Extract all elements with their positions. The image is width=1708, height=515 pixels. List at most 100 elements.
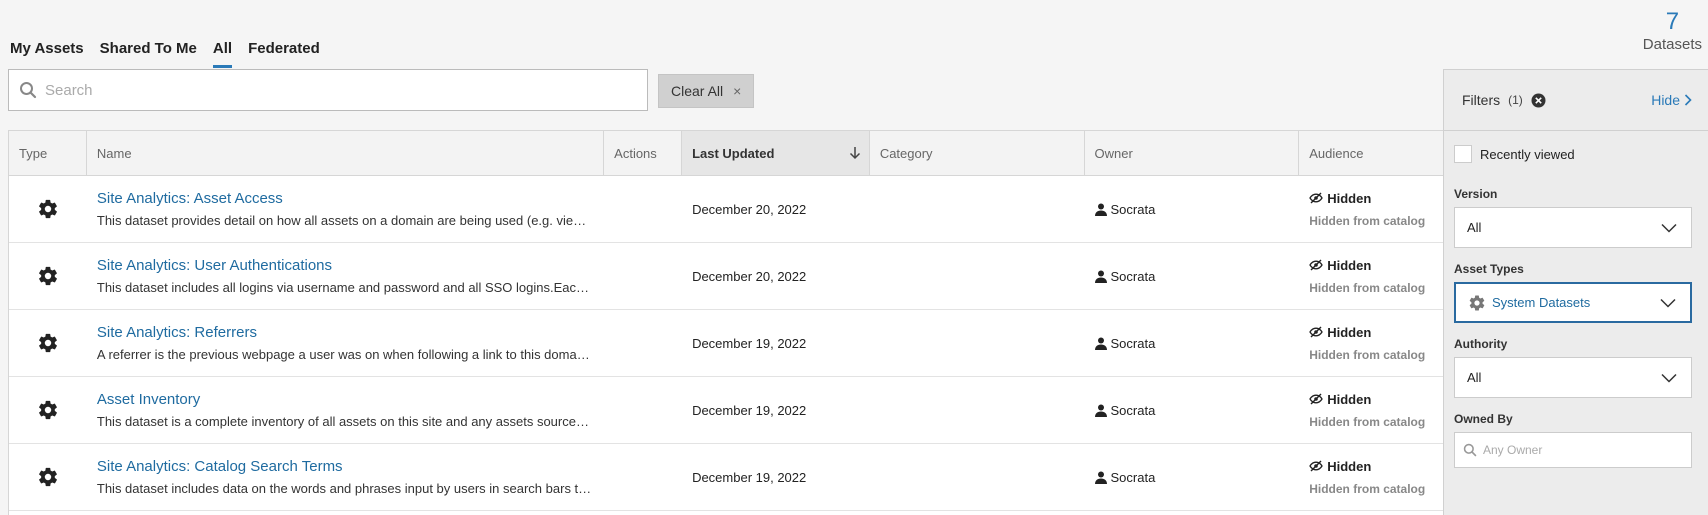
asset-types-select[interactable]: System Datasets (1454, 282, 1692, 323)
asset-description: This dataset includes data on the words … (96, 481, 592, 496)
audience-label: Hidden (1327, 190, 1372, 206)
audience-detail: Hidden from catalog (1309, 414, 1426, 429)
column-header-name[interactable]: Name (87, 131, 605, 175)
asset-types-value: System Datasets (1492, 295, 1591, 310)
chevron-down-icon (1661, 223, 1677, 233)
audience-status: Hidden (1309, 325, 1371, 340)
asset-description: This dataset is a complete inventory of … (96, 414, 592, 429)
column-header-last-updated-label: Last Updated (692, 145, 775, 161)
last-updated-cell: December 19, 2022 (692, 469, 807, 485)
authority-label: Authority (1454, 337, 1508, 351)
owner-cell: Socrata (1085, 377, 1300, 443)
table-header: Type Name Actions Last Updated Category … (9, 131, 1443, 176)
audience-status: Hidden (1309, 258, 1371, 273)
clear-all-button[interactable]: Clear All × (658, 74, 755, 108)
owner-name: Socrata (1110, 268, 1156, 284)
owned-by-field (1454, 432, 1692, 468)
tab-shared-to-me[interactable]: Shared To Me (100, 40, 197, 68)
asset-title-link[interactable]: Asset Inventory (97, 391, 200, 408)
asset-types-label: Asset Types (1454, 262, 1524, 276)
search-box (8, 69, 648, 111)
result-count-number: 7 (1665, 8, 1680, 35)
table-row: Site Analytics: User Authentications Thi… (9, 243, 1443, 310)
filters-panel: Filters (1) Hide Recently viewed Version… (1443, 69, 1708, 515)
filters-title: Filters (1462, 92, 1501, 108)
owned-by-label: Owned By (1454, 412, 1513, 426)
filters-body: Recently viewed Version All Asset Types … (1444, 130, 1708, 468)
column-header-actions: Actions (604, 131, 683, 175)
asset-name-cell: Site Analytics: Asset Access This datase… (87, 176, 604, 242)
user-icon (1094, 471, 1107, 484)
chevron-right-icon (1684, 94, 1692, 106)
filters-header: Filters (1) Hide (1444, 70, 1708, 130)
asset-type-cell (9, 243, 87, 309)
user-icon (1094, 337, 1107, 350)
version-label: Version (1454, 187, 1498, 201)
owner-cell: Socrata (1085, 243, 1300, 309)
tab-all[interactable]: All (212, 40, 233, 68)
asset-name-cell: Asset Inventory This dataset is a comple… (87, 377, 604, 443)
audience-label: Hidden (1327, 458, 1372, 474)
close-icon: × (733, 83, 742, 99)
owner-cell: Socrata (1085, 176, 1300, 242)
owner-name: Socrata (1110, 335, 1156, 351)
owned-by-input[interactable] (1483, 443, 1683, 457)
clear-filters-icon[interactable] (1531, 93, 1546, 108)
asset-type-cell (9, 444, 87, 510)
hide-filters-link[interactable]: Hide (1651, 92, 1692, 108)
category-cell (870, 243, 1085, 309)
asset-title-link[interactable]: Site Analytics: Referrers (97, 324, 257, 341)
asset-title-link[interactable]: Site Analytics: Catalog Search Terms (97, 458, 343, 475)
authority-select[interactable]: All (1454, 357, 1692, 398)
search-input[interactable] (45, 81, 625, 99)
last-updated-cell: December 20, 2022 (692, 268, 807, 284)
audience-label: Hidden (1327, 324, 1372, 340)
search-icon (1463, 443, 1477, 457)
asset-actions-cell (604, 243, 682, 309)
audience-cell: Hidden Hidden from catalog (1299, 377, 1443, 443)
owner-name: Socrata (1110, 469, 1156, 485)
column-header-last-updated[interactable]: Last Updated (682, 131, 870, 175)
column-header-audience[interactable]: Audience (1299, 131, 1443, 175)
user-icon (1094, 203, 1107, 216)
gear-icon (39, 400, 57, 420)
category-cell (870, 377, 1085, 443)
recently-viewed-checkbox[interactable] (1454, 145, 1472, 163)
table-row: Asset Inventory This dataset is a comple… (9, 377, 1443, 444)
gear-icon (39, 266, 57, 286)
column-header-category[interactable]: Category (870, 131, 1085, 175)
asset-actions-cell (604, 310, 682, 376)
asset-title-link[interactable]: Site Analytics: User Authentications (97, 257, 332, 274)
gear-icon (39, 467, 57, 487)
audience-detail: Hidden from catalog (1309, 280, 1426, 295)
column-header-type[interactable]: Type (9, 131, 87, 175)
chevron-down-icon (1660, 298, 1676, 308)
asset-name-cell: Site Analytics: Catalog Search Terms Thi… (87, 444, 604, 510)
eye-slash-icon (1309, 192, 1323, 204)
asset-actions-cell (604, 176, 682, 242)
asset-type-cell (9, 310, 87, 376)
owner-cell: Socrata (1085, 310, 1300, 376)
user-icon (1094, 270, 1107, 283)
gear-icon (39, 333, 57, 353)
filters-count: (1) (1508, 93, 1523, 107)
chevron-down-icon (1661, 373, 1677, 383)
asset-title-link[interactable]: Site Analytics: Asset Access (97, 190, 283, 207)
clear-all-label: Clear All (671, 83, 724, 99)
last-updated-cell: December 19, 2022 (692, 335, 807, 351)
asset-type-cell (9, 176, 87, 242)
audience-cell: Hidden Hidden from catalog (1299, 310, 1443, 376)
column-header-owner[interactable]: Owner (1085, 131, 1300, 175)
asset-description: A referrer is the previous webpage a use… (96, 347, 592, 362)
table-row: Site Analytics: Catalog Search Terms Thi… (9, 444, 1443, 511)
arrow-down-icon (849, 147, 860, 160)
audience-cell: Hidden Hidden from catalog (1299, 243, 1443, 309)
tab-federated[interactable]: Federated (248, 40, 320, 68)
asset-description: This dataset includes all logins via use… (96, 280, 592, 295)
authority-value: All (1467, 370, 1482, 385)
eye-slash-icon (1309, 326, 1323, 338)
tab-my-assets[interactable]: My Assets (10, 40, 84, 68)
category-cell (870, 310, 1085, 376)
version-select[interactable]: All (1454, 207, 1692, 248)
audience-cell: Hidden Hidden from catalog (1299, 444, 1443, 510)
